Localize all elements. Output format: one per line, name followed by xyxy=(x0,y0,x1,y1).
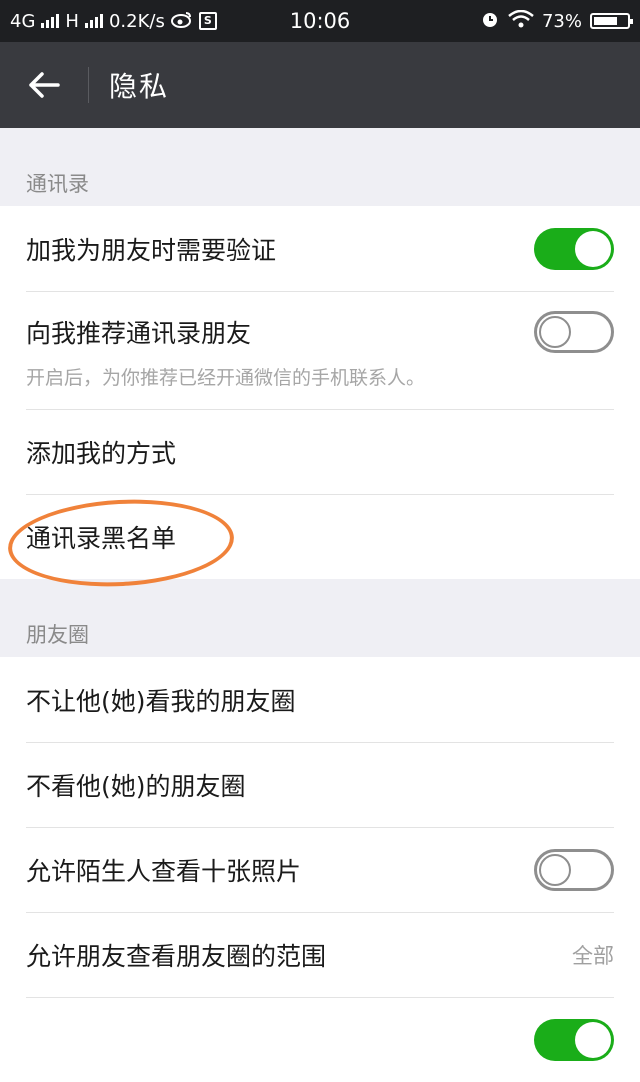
setting-label: 不让他(她)看我的朋友圈 xyxy=(26,686,296,716)
setting-recommend-contacts[interactable]: 向我推荐通讯录朋友 开启后，为你推荐已经开通微信的手机联系人。 xyxy=(0,291,640,409)
setting-label: 不看他(她)的朋友圈 xyxy=(26,771,246,801)
moments-group: 不让他(她)看我的朋友圈 不看他(她)的朋友圈 允许陌生人查看十张照片 允许朋友… xyxy=(0,657,640,1082)
signal-icon xyxy=(41,14,60,28)
battery-fill xyxy=(594,17,618,25)
setting-value: 全部 xyxy=(572,943,614,968)
battery-icon xyxy=(590,13,633,29)
wifi-icon xyxy=(508,9,534,33)
setting-label: 允许陌生人查看十张照片 xyxy=(26,856,302,886)
alarm-icon xyxy=(480,9,500,34)
setting-hide-my-moments[interactable]: 不让他(她)看我的朋友圈 xyxy=(0,657,640,742)
verify-toggle[interactable] xyxy=(534,227,614,270)
battery-percent: 73% xyxy=(541,10,582,32)
setting-label: 添加我的方式 xyxy=(26,438,177,468)
status-right: 73% xyxy=(480,9,633,34)
setting-stranger-ten-photos[interactable]: 允许陌生人查看十张照片 xyxy=(0,827,640,912)
network-type-h: H xyxy=(65,10,79,32)
setting-partial-row[interactable] xyxy=(0,997,640,1082)
setting-add-methods[interactable]: 添加我的方式 xyxy=(0,409,640,494)
setting-label: 通讯录黑名单 xyxy=(26,523,177,553)
setting-line: 向我推荐通讯录朋友 xyxy=(26,310,614,353)
weibo-icon xyxy=(170,10,193,33)
stranger-photos-toggle[interactable] xyxy=(534,848,614,891)
recommend-toggle[interactable] xyxy=(534,310,614,353)
back-button[interactable] xyxy=(0,42,88,128)
toggle-knob xyxy=(539,853,571,886)
back-arrow-icon xyxy=(29,72,60,98)
setting-label: 允许朋友查看朋友圈的范围 xyxy=(26,941,327,971)
partial-toggle[interactable] xyxy=(534,1018,614,1061)
setting-label: 加我为朋友时需要验证 xyxy=(26,235,277,265)
section-header-contacts: 通讯录 xyxy=(26,172,89,196)
setting-hide-their-moments[interactable]: 不看他(她)的朋友圈 xyxy=(0,742,640,827)
network-type-4g: 4G xyxy=(10,10,36,32)
s-box-icon: S xyxy=(198,12,217,30)
contacts-group: 加我为朋友时需要验证 向我推荐通讯录朋友 开启后，为你推荐已经开通微信的手机联系… xyxy=(0,206,640,579)
page-title: 隐私 xyxy=(109,70,170,103)
setting-description: 开启后，为你推荐已经开通微信的手机联系人。 xyxy=(26,366,426,389)
setting-verify-friend[interactable]: 加我为朋友时需要验证 xyxy=(0,206,640,291)
setting-moments-range[interactable]: 允许朋友查看朋友圈的范围 全部 xyxy=(0,912,640,997)
setting-contacts-blacklist[interactable]: 通讯录黑名单 xyxy=(0,494,640,579)
nav-divider xyxy=(88,67,89,103)
section-header-moments: 朋友圈 xyxy=(26,623,89,647)
status-left: 4G H 0.2K/s S xyxy=(10,10,217,33)
setting-label: 向我推荐通讯录朋友 xyxy=(26,318,252,348)
signal-icon-2 xyxy=(84,14,103,28)
navigation-bar: 隐私 xyxy=(0,42,640,128)
toggle-knob xyxy=(539,315,571,348)
network-speed: 0.2K/s xyxy=(108,10,165,32)
toggle-knob xyxy=(575,1021,611,1058)
status-bar: 4G H 0.2K/s S 10:06 73% xyxy=(0,0,640,42)
toggle-knob xyxy=(575,230,611,267)
